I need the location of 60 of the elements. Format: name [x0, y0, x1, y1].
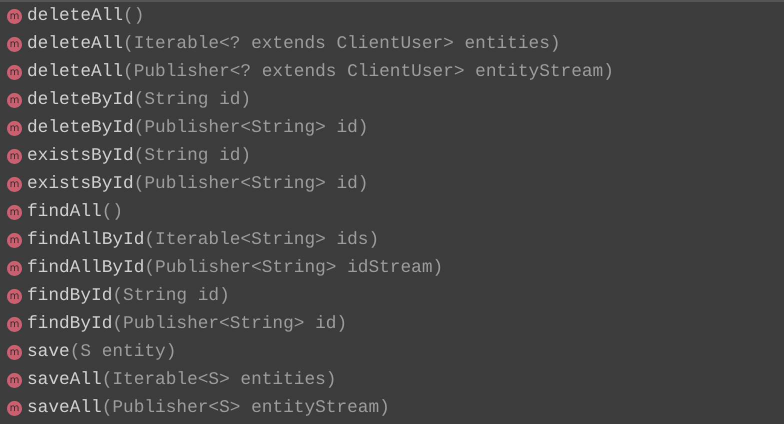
method-name: deleteAll: [27, 62, 124, 82]
method-name: saveAll: [27, 370, 102, 390]
method-icon: m: [7, 400, 22, 416]
method-icon: m: [7, 64, 22, 80]
method-params: (Publisher<S> entityStream): [102, 398, 390, 418]
method-params: (S entity): [70, 342, 176, 362]
method-name: findById: [27, 286, 112, 306]
completion-item[interactable]: m deleteById(String id): [0, 86, 784, 114]
method-icon: m: [7, 316, 22, 332]
method-name: saveAll: [27, 398, 102, 418]
method-params: (Publisher<String> id): [134, 174, 368, 194]
method-name: deleteById: [27, 118, 134, 138]
method-params: (): [102, 202, 124, 222]
method-params: (String id): [112, 286, 230, 306]
method-params: (Iterable<? extends ClientUser> entities): [123, 34, 561, 54]
method-params: (Publisher<String> id): [112, 314, 348, 334]
method-params: (Iterable<S> entities): [102, 370, 336, 390]
completion-item[interactable]: m deleteAll(Iterable<? extends ClientUser> entities): [0, 30, 784, 58]
method-name: save: [27, 342, 70, 362]
completion-item[interactable]: m existsById(String id): [0, 142, 784, 170]
method-icon: m: [7, 260, 22, 276]
method-name: findAll: [27, 202, 102, 222]
method-icon: m: [7, 120, 22, 136]
completion-item[interactable]: m findAllById(Iterable<String> ids): [0, 226, 784, 254]
completion-item[interactable]: m findAllById(Publisher<String> idStream): [0, 254, 784, 282]
completion-item[interactable]: m deleteAll(Publisher<? extends ClientUser> entityStream): [0, 58, 784, 86]
method-icon: m: [7, 176, 22, 192]
completion-item[interactable]: m deleteAll(): [0, 2, 784, 30]
method-name: existsById: [27, 174, 134, 194]
method-icon: m: [7, 36, 22, 52]
completion-item[interactable]: m save(S entity): [0, 338, 784, 366]
completion-item[interactable]: m saveAll(Iterable<S> entities): [0, 366, 784, 394]
method-icon: m: [7, 372, 22, 388]
completion-item[interactable]: m findAll(): [0, 198, 784, 226]
completion-item[interactable]: m existsById(Publisher<String> id): [0, 170, 784, 198]
method-icon: m: [7, 232, 22, 248]
method-name: deleteAll: [27, 34, 124, 54]
method-name: deleteAll: [27, 6, 124, 26]
method-name: findAllById: [27, 230, 144, 250]
method-params: (Iterable<String> ids): [144, 230, 380, 250]
method-icon: m: [7, 8, 22, 24]
method-name: findAllById: [27, 258, 144, 278]
completion-item[interactable]: m deleteById(Publisher<String> id): [0, 114, 784, 142]
method-name: deleteById: [27, 90, 134, 110]
method-icon: m: [7, 148, 22, 164]
method-icon: m: [7, 204, 22, 220]
completion-item[interactable]: m saveAll(Publisher<S> entityStream): [0, 394, 784, 422]
method-params: (Publisher<? extends ClientUser> entityStream): [123, 62, 614, 82]
method-params: (String id): [134, 146, 252, 166]
completion-item[interactable]: m findById(String id): [0, 282, 784, 310]
completion-item[interactable]: m findById(Publisher<String> id): [0, 310, 784, 338]
method-params: (String id): [134, 90, 252, 110]
method-params: (): [123, 6, 144, 26]
method-icon: m: [7, 344, 22, 360]
method-params: (Publisher<String> id): [134, 118, 368, 138]
method-params: (Publisher<String> idStream): [144, 258, 444, 278]
method-icon: m: [7, 288, 22, 304]
method-icon: m: [7, 92, 22, 108]
method-name: findById: [27, 314, 112, 334]
method-name: existsById: [27, 146, 134, 166]
